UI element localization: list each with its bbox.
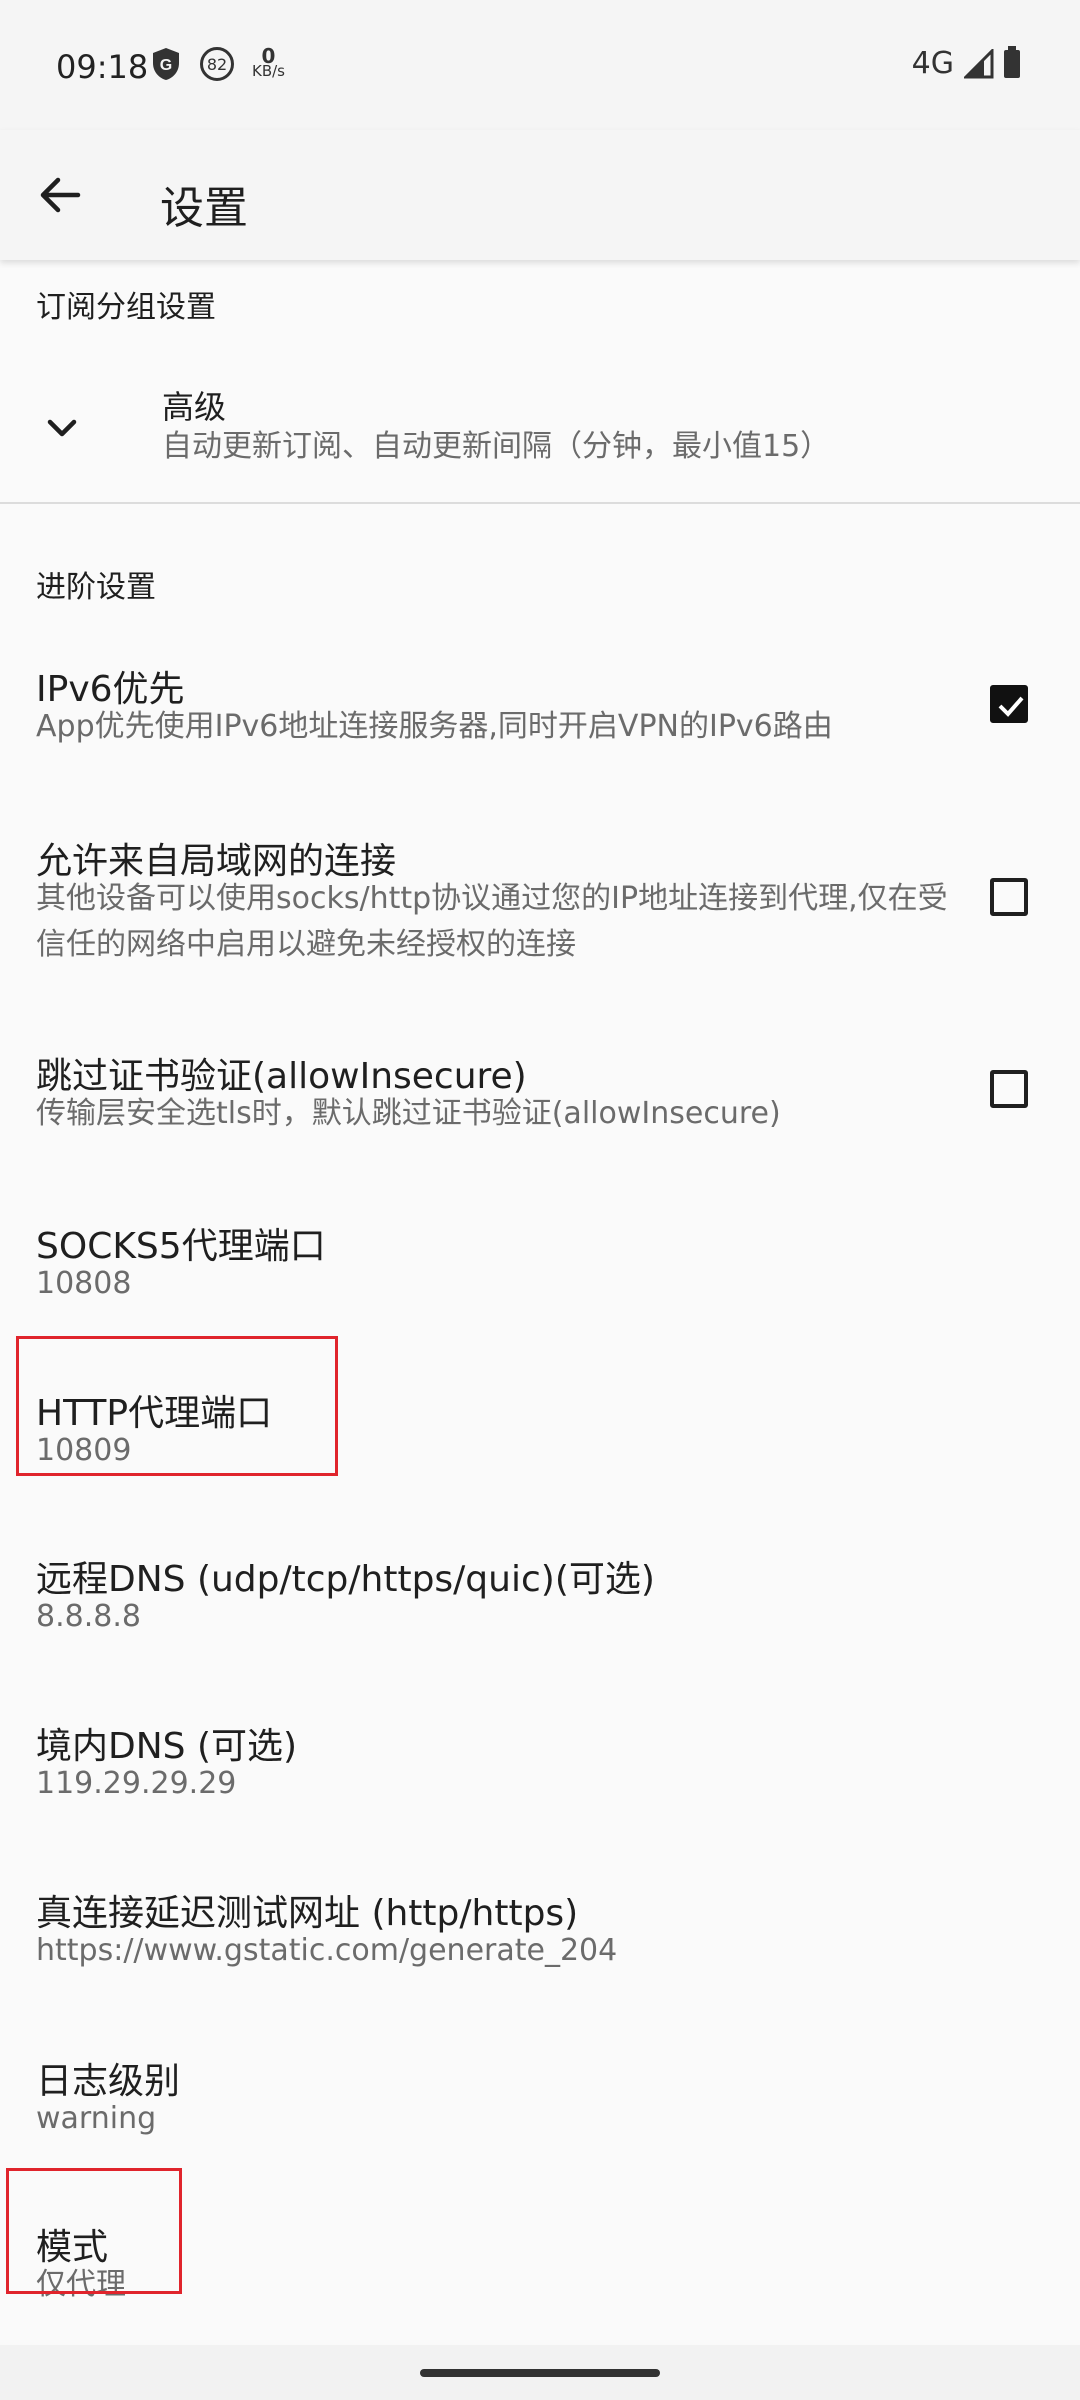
badge-count-icon: 82 — [200, 47, 234, 81]
shield-g-icon: G — [153, 48, 179, 80]
pref-socks5-port[interactable]: SOCKS5代理端口 10808 — [0, 1205, 1080, 1355]
status-icons-right: 4G — [911, 45, 1020, 81]
settings-list[interactable]: 订阅分组设置 高级 自动更新订阅、自动更新间隔（分钟，最小值15） 进阶设置 I… — [0, 260, 1080, 2340]
section-title-subscription-group[interactable]: 订阅分组设置 — [36, 282, 216, 326]
ipv6-checkbox[interactable] — [990, 685, 1028, 723]
pref-delay-url-summary: https://www.gstatic.com/generate_204 — [36, 1933, 618, 1968]
battery-icon — [1004, 45, 1020, 78]
advanced-title: 高级 — [162, 388, 227, 426]
network-speed: 0 KB/s — [252, 44, 285, 80]
pref-lan-summary: 其他设备可以使用socks/http协议通过您的IP地址连接到代理,仅在受信任的… — [36, 881, 948, 962]
insecure-checkbox[interactable] — [990, 1070, 1028, 1108]
pref-socks5-summary: 10808 — [36, 1266, 132, 1301]
status-time: 09:18 — [56, 48, 149, 86]
pref-allow-insecure[interactable]: 跳过证书验证(allowInsecure) 传输层安全选tls时，默认跳过证书验… — [0, 1035, 1080, 1185]
status-icons-left: G 82 0 KB/s — [150, 46, 285, 82]
pref-domestic-dns[interactable]: 境内DNS (可选) 119.29.29.29 — [0, 1705, 1080, 1855]
chevron-down-icon — [47, 419, 77, 437]
pref-insecure-summary: 传输层安全选tls时，默认跳过证书验证(allowInsecure) — [36, 1096, 781, 1131]
section-title-advanced-settings: 进阶设置 — [36, 570, 156, 605]
gesture-handle[interactable] — [420, 2369, 660, 2377]
highlight-box-http-port — [16, 1336, 338, 1476]
highlight-box-mode — [6, 2168, 182, 2294]
pref-log-level-summary: warning — [36, 2101, 157, 2136]
pref-remote-dns-summary: 8.8.8.8 — [36, 1599, 141, 1634]
pref-lan-connection[interactable]: 允许来自局域网的连接 其他设备可以使用socks/http协议通过您的IP地址连… — [0, 818, 1080, 1008]
svg-text:G: G — [160, 57, 172, 74]
page-title: 设置 — [160, 183, 248, 234]
check-icon — [998, 696, 1024, 717]
navigation-bar — [0, 2345, 1080, 2400]
signal-icon — [964, 48, 994, 78]
advanced-expander[interactable]: 高级 自动更新订阅、自动更新间隔（分钟，最小值15） — [0, 370, 1080, 540]
lan-checkbox[interactable] — [990, 878, 1028, 916]
app-bar: 设置 — [0, 130, 1080, 260]
back-arrow-icon[interactable] — [30, 165, 90, 225]
advanced-summary: 自动更新订阅、自动更新间隔（分钟，最小值15） — [162, 429, 831, 464]
pref-delay-test-url[interactable]: 真连接延迟测试网址 (http/https) https://www.gstat… — [0, 1872, 1080, 2022]
pref-remote-dns[interactable]: 远程DNS (udp/tcp/https/quic)(可选) 8.8.8.8 — [0, 1538, 1080, 1688]
section-divider — [0, 502, 1080, 504]
pref-ipv6[interactable]: IPv6优先 App优先使用IPv6地址连接服务器,同时开启VPN的IPv6路由 — [0, 650, 1080, 800]
pref-domestic-dns-summary: 119.29.29.29 — [36, 1766, 237, 1801]
status-bar: 09:18 G 82 0 KB/s 4G — [0, 0, 1080, 130]
network-type: 4G — [911, 46, 954, 81]
pref-ipv6-summary: App优先使用IPv6地址连接服务器,同时开启VPN的IPv6路由 — [36, 709, 833, 744]
